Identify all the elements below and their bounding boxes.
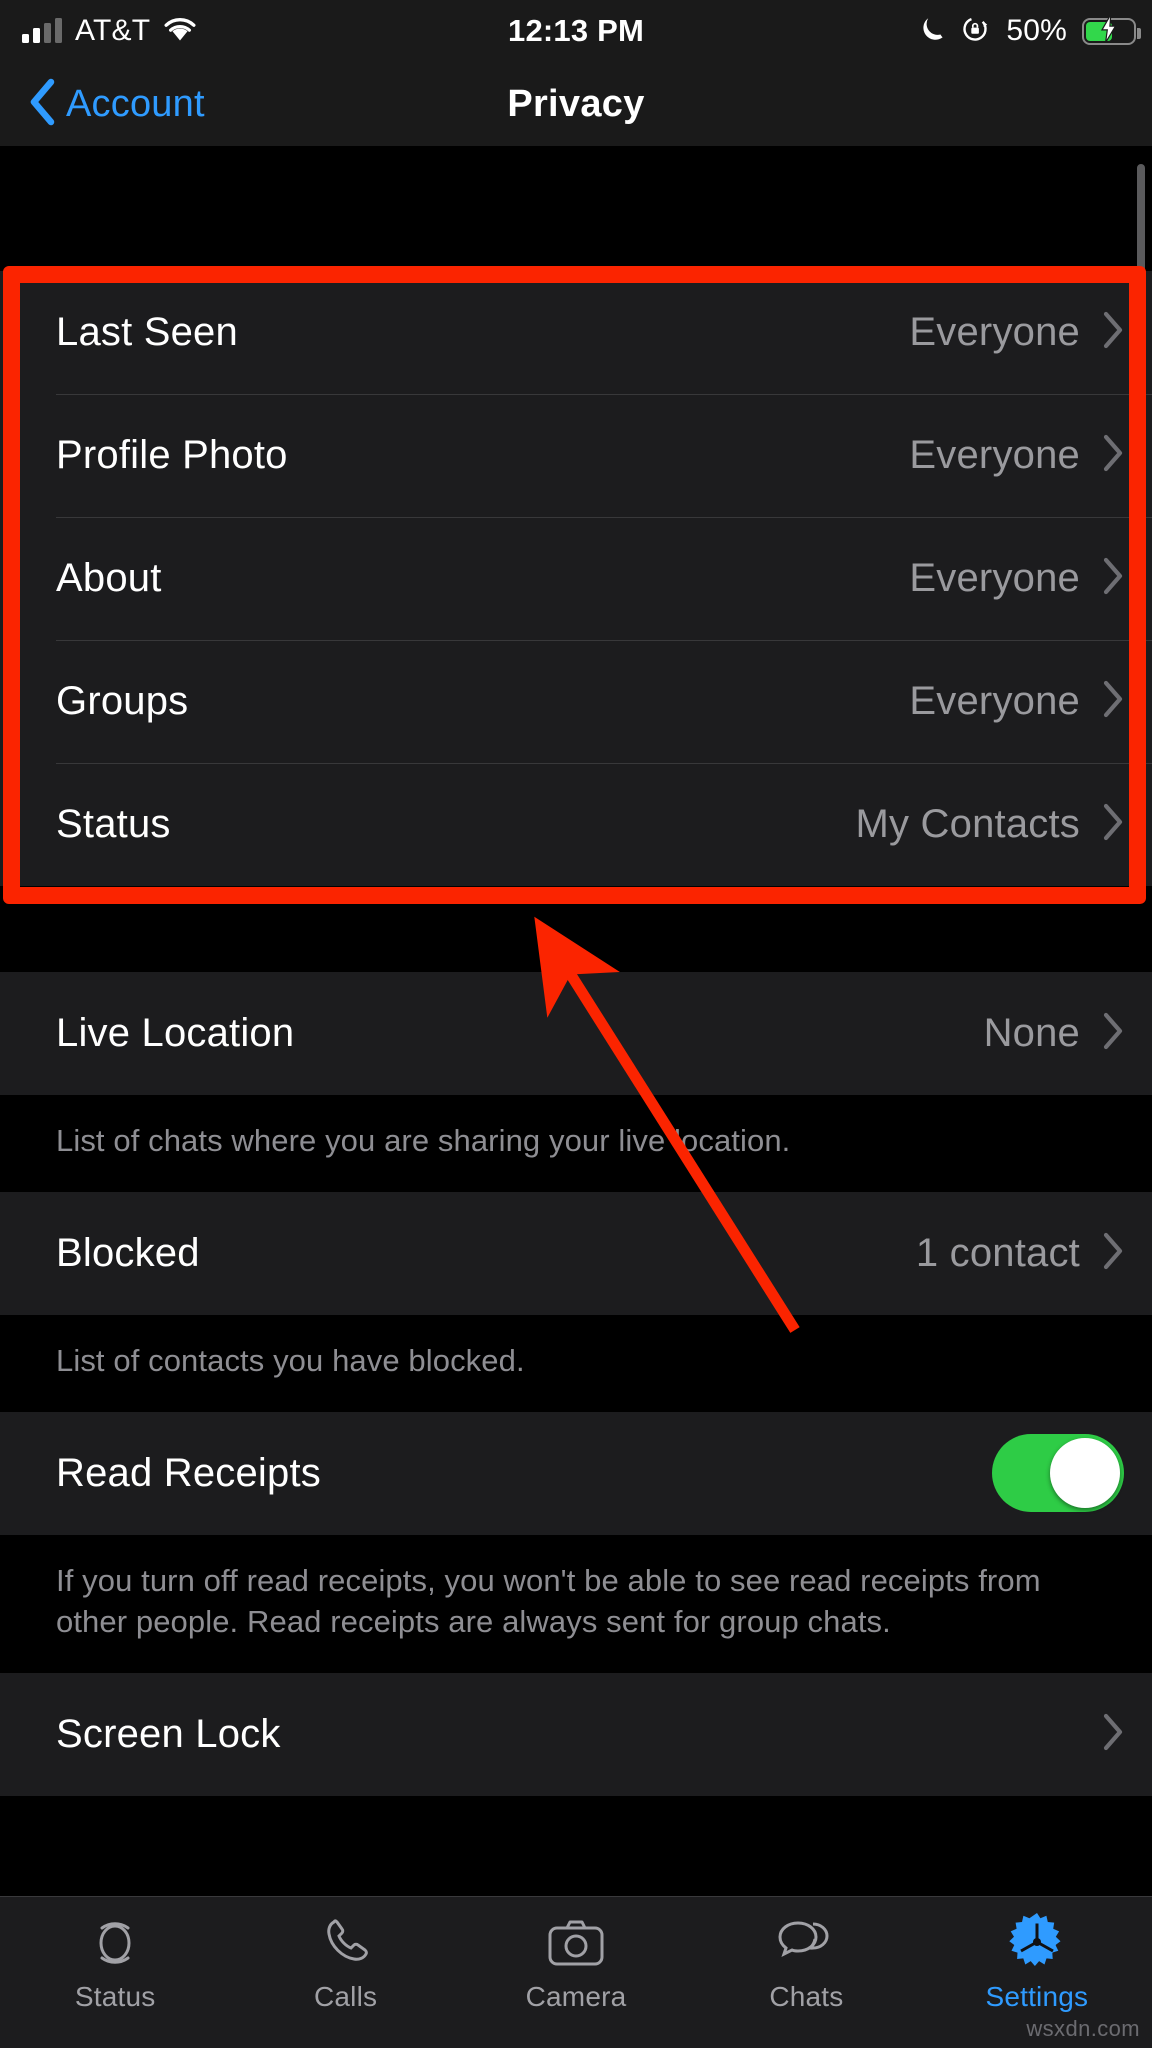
- tab-calls[interactable]: Calls: [230, 1911, 460, 2013]
- row-label: Read Receipts: [56, 1450, 321, 1495]
- row-value: My Contacts: [855, 802, 1080, 846]
- row-label: Groups: [56, 679, 189, 723]
- screen-lock-section: Screen Lock: [0, 1672, 1152, 1796]
- live-location-section: Live Location None: [0, 972, 1152, 1095]
- row-label: Profile Photo: [56, 433, 288, 477]
- row-status[interactable]: Status My Contacts: [0, 763, 1152, 886]
- row-value: Everyone: [909, 433, 1080, 477]
- row-screen-lock[interactable]: Screen Lock: [0, 1672, 1152, 1796]
- tab-chats[interactable]: Chats: [691, 1911, 921, 2013]
- phone-icon: [317, 1911, 375, 1973]
- top-spacer: [0, 146, 1152, 271]
- row-value: Everyone: [909, 310, 1080, 354]
- chevron-right-icon: [1102, 803, 1124, 846]
- row-value: None: [983, 1011, 1080, 1055]
- page-title: Privacy: [507, 82, 645, 125]
- section-spacer-1: [0, 886, 1152, 972]
- chevron-right-icon: [1102, 557, 1124, 600]
- phone-screen: AT&T 12:13 PM 50% Account Privacy Last S…: [0, 0, 1152, 2048]
- read-receipts-toggle[interactable]: [992, 1434, 1124, 1513]
- row-label: Last Seen: [56, 310, 238, 354]
- status-ring-icon: [85, 1911, 145, 1973]
- row-value: Everyone: [909, 679, 1080, 723]
- row-live-location[interactable]: Live Location None: [0, 972, 1152, 1095]
- row-label: Blocked: [56, 1230, 200, 1275]
- tab-camera[interactable]: Camera: [461, 1911, 691, 2013]
- blocked-footer: List of contacts you have blocked.: [0, 1314, 1152, 1412]
- chevron-right-icon: [1102, 434, 1124, 477]
- moon-icon: [920, 15, 946, 48]
- chevron-right-icon: [1102, 1713, 1124, 1756]
- row-label: About: [56, 556, 162, 600]
- toggle-knob: [1050, 1438, 1120, 1509]
- row-groups[interactable]: Groups Everyone: [0, 640, 1152, 763]
- blocked-section: Blocked 1 contact: [0, 1191, 1152, 1315]
- tab-label: Chats: [769, 1981, 844, 2012]
- live-location-footer: List of chats where you are sharing your…: [0, 1095, 1152, 1192]
- navigation-bar: Account Privacy: [0, 62, 1152, 146]
- read-receipts-section: Read Receipts: [0, 1411, 1152, 1535]
- row-label: Status: [56, 802, 171, 846]
- row-last-seen[interactable]: Last Seen Everyone: [0, 271, 1152, 394]
- status-bar-right: 50%: [920, 0, 1141, 62]
- tab-label: Camera: [525, 1981, 627, 2012]
- row-read-receipts[interactable]: Read Receipts: [0, 1411, 1152, 1535]
- rotation-lock-icon: [961, 14, 991, 49]
- tab-label: Settings: [985, 1981, 1089, 2012]
- chevron-right-icon: [1102, 680, 1124, 723]
- tab-status[interactable]: Status: [0, 1911, 230, 2013]
- tab-settings[interactable]: Settings: [922, 1911, 1152, 2013]
- row-about[interactable]: About Everyone: [0, 517, 1152, 640]
- chat-bubbles-icon: [774, 1911, 838, 1973]
- chevron-right-icon: [1102, 1012, 1124, 1055]
- camera-icon: [546, 1911, 606, 1973]
- chevron-right-icon: [1102, 1232, 1124, 1275]
- visibility-section: Last Seen Everyone Profile Photo Everyon…: [0, 271, 1152, 886]
- tab-label: Calls: [313, 1981, 378, 2012]
- row-label: Screen Lock: [56, 1711, 281, 1756]
- clock-label: 12:13 PM: [508, 13, 644, 48]
- tab-bar: Status Calls Camera Chats Settings: [0, 1896, 1152, 2048]
- row-value: Everyone: [909, 556, 1080, 600]
- tab-label: Status: [74, 1981, 156, 2012]
- battery-charging-icon: [1082, 14, 1141, 45]
- row-label: Live Location: [56, 1011, 295, 1055]
- row-profile-photo[interactable]: Profile Photo Everyone: [0, 394, 1152, 517]
- gear-icon: [1006, 1911, 1068, 1973]
- chevron-right-icon: [1102, 311, 1124, 354]
- battery-percent-label: 50%: [1006, 14, 1067, 47]
- status-bar: AT&T 12:13 PM 50%: [0, 0, 1152, 62]
- settings-scroll-area[interactable]: Last Seen Everyone Profile Photo Everyon…: [0, 146, 1152, 2048]
- row-blocked[interactable]: Blocked 1 contact: [0, 1191, 1152, 1315]
- read-receipts-footer: If you turn off read receipts, you won't…: [0, 1534, 1152, 1673]
- row-value: 1 contact: [915, 1230, 1080, 1275]
- vertical-scrollbar[interactable]: [1137, 164, 1145, 402]
